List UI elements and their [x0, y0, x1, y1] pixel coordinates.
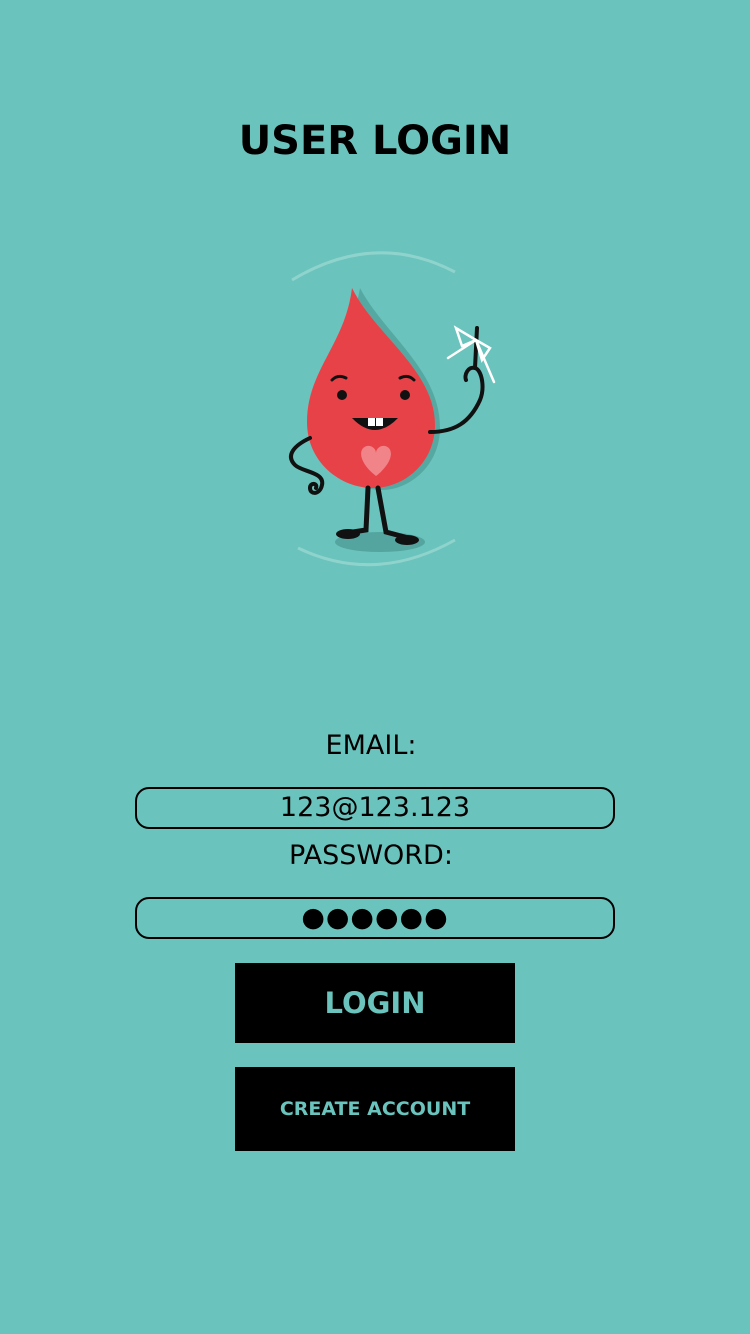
- tooth-right: [376, 418, 383, 426]
- email-field[interactable]: 123@123.123: [135, 787, 615, 829]
- right-foot: [395, 535, 419, 545]
- left-eye: [337, 390, 347, 400]
- right-eye: [400, 390, 410, 400]
- password-field[interactable]: ●●●●●●: [135, 897, 615, 939]
- right-leg: [375, 485, 419, 543]
- create-account-button[interactable]: CREATE ACCOUNT: [235, 1067, 515, 1151]
- right-finger: [473, 326, 479, 370]
- password-label: PASSWORD:: [289, 840, 453, 871]
- email-label: EMAIL:: [325, 730, 417, 761]
- page-title: USER LOGIN: [238, 118, 512, 164]
- login-button[interactable]: LOGIN: [235, 963, 515, 1043]
- tooth-left: [368, 418, 375, 426]
- left-leg: [337, 485, 371, 537]
- left-foot: [336, 529, 360, 539]
- string-bow: [446, 325, 496, 384]
- blood-drop-mascot-icon: [289, 251, 496, 567]
- frame-arc-top: [291, 251, 456, 282]
